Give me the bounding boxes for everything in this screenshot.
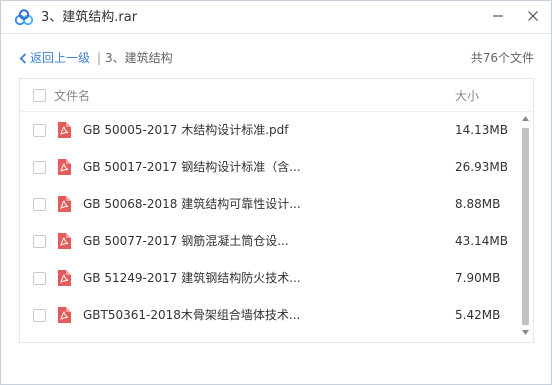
file-name: GB 50005-2017 木结构设计标准.pdf — [83, 123, 289, 137]
row-checkbox[interactable] — [33, 272, 46, 285]
file-rows: GB 50005-2017 木结构设计标准.pdf 14.13MB GB 500… — [20, 112, 518, 342]
window-title: 3、建筑结构.rar — [41, 10, 138, 25]
file-size: 14.13MB — [455, 123, 508, 137]
close-button[interactable] — [522, 5, 544, 27]
title-bar: 3、建筑结构.rar — [1, 1, 551, 34]
file-size: 5.42MB — [455, 308, 501, 322]
pdf-icon — [58, 196, 71, 212]
file-count: 共76个文件 — [470, 51, 534, 65]
pdf-icon — [58, 233, 71, 249]
file-size: 7.90MB — [455, 271, 501, 285]
table-row[interactable]: GB 50077-2017 钢筋混凝土筒仓设... 43.14MB — [20, 223, 518, 260]
breadcrumb-current: 3、建筑结构 — [105, 51, 173, 65]
file-name: GBT50361-2018木骨架组合墙体技术... — [83, 308, 301, 322]
row-checkbox[interactable] — [33, 161, 46, 174]
file-name: GB 50017-2017 钢结构设计标准（含... — [83, 160, 301, 174]
scroll-down-arrow-icon[interactable] — [521, 328, 530, 337]
pdf-icon — [58, 270, 71, 286]
breadcrumb: 返回上一级 | 3、建筑结构 共76个文件 — [1, 34, 551, 82]
file-name: GB 51249-2017 建筑钢结构防火技术... — [83, 271, 301, 285]
select-all-checkbox[interactable] — [33, 89, 46, 102]
close-icon — [528, 11, 538, 21]
row-checkbox[interactable] — [33, 309, 46, 322]
vertical-scrollbar[interactable] — [520, 112, 531, 342]
row-checkbox[interactable] — [33, 124, 46, 137]
minimize-icon — [493, 15, 503, 17]
file-size: 26.93MB — [455, 160, 508, 174]
file-size: 8.88MB — [455, 197, 501, 211]
table-row-partial[interactable] — [20, 334, 518, 342]
chevron-left-icon — [19, 52, 27, 64]
table-row[interactable]: GB 50068-2018 建筑结构可靠性设计... 8.88MB — [20, 186, 518, 223]
file-name: GB 50068-2018 建筑结构可靠性设计... — [83, 197, 301, 211]
minimize-button[interactable] — [487, 5, 509, 27]
file-list: 文件名 大小 GB 50005-2017 木结构设计标准.pdf 14.13MB — [19, 78, 534, 343]
row-checkbox[interactable] — [33, 198, 46, 211]
pdf-icon — [58, 122, 71, 138]
cloud-app-icon — [14, 9, 34, 26]
table-row[interactable]: GBT50361-2018木骨架组合墙体技术... 5.42MB — [20, 297, 518, 334]
file-name: GB 50077-2017 钢筋混凝土筒仓设... — [83, 234, 289, 248]
table-row[interactable]: GB 51249-2017 建筑钢结构防火技术... 7.90MB — [20, 260, 518, 297]
scroll-up-arrow-icon[interactable] — [521, 114, 530, 123]
column-header-name[interactable]: 文件名 — [54, 88, 90, 104]
file-size: 43.14MB — [455, 234, 508, 248]
pdf-icon — [58, 159, 71, 175]
back-button[interactable]: 返回上一级 — [19, 50, 90, 66]
pdf-icon — [58, 307, 71, 323]
list-header: 文件名 大小 — [20, 79, 533, 112]
column-header-size[interactable]: 大小 — [455, 88, 479, 104]
archive-window: 3、建筑结构.rar 返回上一级 | 3、建筑结构 共76个文件 文件名 大小 … — [0, 0, 552, 385]
breadcrumb-separator: | — [97, 51, 102, 65]
table-row[interactable]: GB 50005-2017 木结构设计标准.pdf 14.13MB — [20, 112, 518, 149]
row-checkbox[interactable] — [33, 235, 46, 248]
scroll-thumb[interactable] — [522, 128, 529, 325]
table-row[interactable]: GB 50017-2017 钢结构设计标准（含... 26.93MB — [20, 149, 518, 186]
back-label: 返回上一级 — [30, 51, 91, 65]
